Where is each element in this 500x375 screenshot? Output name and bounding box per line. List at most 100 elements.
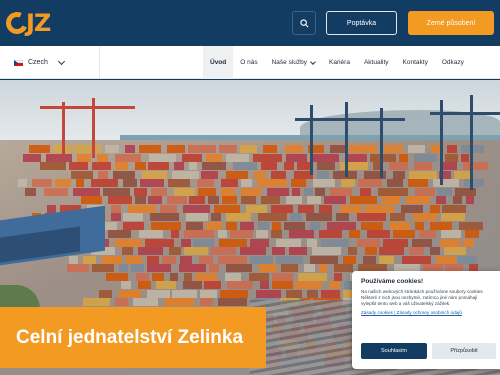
container-stack	[220, 289, 249, 298]
container-stack	[106, 272, 129, 281]
top-bar: JZ Poptávka Zemé působení	[0, 0, 500, 46]
container-stack	[429, 221, 453, 230]
container-stack	[288, 230, 315, 238]
container-stack	[304, 187, 313, 196]
container-stack	[137, 247, 164, 255]
nav-item-kontakty[interactable]: Kontakty	[396, 46, 435, 79]
container-stack	[47, 204, 56, 213]
container-stack	[73, 187, 101, 196]
container-stack	[123, 213, 144, 221]
container-stack	[439, 238, 461, 247]
container-stack	[204, 281, 222, 289]
container-stack	[260, 162, 277, 170]
container-stack	[193, 238, 214, 247]
container-stack	[329, 187, 353, 196]
cookie-accept-button[interactable]: Souhlasím	[361, 343, 427, 359]
container-stack	[226, 153, 250, 162]
container-stack	[194, 272, 218, 281]
container-stack	[271, 230, 282, 238]
container-stack	[147, 255, 159, 264]
container-stack	[462, 162, 489, 170]
container-stack	[356, 238, 380, 247]
container-stack	[285, 289, 302, 298]
container-stack	[220, 187, 236, 196]
language-selector[interactable]: Czech	[0, 46, 100, 79]
container-stack	[263, 145, 278, 153]
container-stack	[309, 153, 340, 162]
container-stack	[306, 238, 318, 247]
container-stack	[249, 238, 270, 247]
logo[interactable]: JZ	[2, 8, 51, 38]
container-stack	[259, 264, 278, 272]
container-stack	[407, 179, 429, 187]
container-stack	[430, 247, 441, 255]
container-stack	[414, 153, 438, 162]
container-stack	[226, 213, 252, 221]
container-stack	[378, 187, 409, 196]
chevron-down-icon	[57, 57, 65, 65]
container-stack	[118, 289, 141, 298]
container-stack	[307, 289, 318, 298]
container-stack	[198, 255, 213, 264]
container-stack	[102, 255, 123, 264]
container-stack	[105, 145, 120, 153]
nav-item-o-nas[interactable]: O nás	[233, 46, 264, 79]
container-stack	[147, 289, 170, 298]
crane	[470, 95, 473, 190]
container-stack	[102, 187, 131, 196]
nav-item-aktuality[interactable]: Aktuality	[357, 46, 396, 79]
container-stack	[125, 255, 142, 264]
container-stack	[73, 145, 101, 153]
inquiry-button[interactable]: Poptávka	[326, 11, 397, 35]
container-stack	[230, 230, 254, 238]
container-stack	[122, 179, 137, 187]
nav-item-kariera[interactable]: Kariéra	[322, 46, 357, 79]
container-stack	[341, 179, 356, 187]
nav-item-nase-sluzby[interactable]: Naše služby	[265, 46, 322, 79]
container-stack	[272, 272, 294, 281]
container-stack	[444, 247, 466, 255]
container-stack	[330, 145, 347, 153]
container-stack	[367, 230, 390, 238]
nav-item-odkazy[interactable]: Odkazy	[435, 46, 471, 79]
container-stack	[464, 179, 484, 187]
container-stack	[324, 196, 346, 204]
container-stack	[200, 298, 213, 306]
container-stack	[167, 196, 187, 204]
cookie-customize-button[interactable]: Přizpůsobit	[432, 343, 496, 359]
container-stack	[233, 162, 258, 170]
container-stack	[454, 187, 477, 196]
main-menu: Úvod O nás Naše služby Kariéra Aktuality…	[203, 46, 471, 79]
container-stack	[400, 204, 423, 213]
container-stack	[123, 221, 145, 230]
container-stack	[249, 255, 274, 264]
container-stack	[384, 145, 403, 153]
container-stack	[379, 255, 395, 264]
container-stack	[271, 204, 293, 213]
container-stack	[90, 179, 118, 187]
container-stack	[182, 204, 210, 213]
cookie-policy-links[interactable]: Zásady cookies | Zásady ochrany osobních…	[361, 310, 491, 315]
container-stack	[171, 170, 200, 179]
container-stack	[458, 255, 477, 264]
container-stack	[240, 179, 252, 187]
employment-button[interactable]: Zemé působení	[408, 11, 494, 35]
nav-item-uvod[interactable]: Úvod	[203, 46, 234, 79]
container-stack	[255, 289, 281, 298]
container-stack	[290, 213, 303, 221]
container-stack	[207, 196, 220, 204]
container-stack	[414, 187, 436, 196]
container-stack	[200, 289, 217, 298]
container-stack	[326, 221, 356, 230]
container-stack	[138, 230, 163, 238]
cookie-text: Na našich webových stránkách používáme s…	[361, 289, 484, 307]
container-stack	[356, 213, 386, 221]
container-stack	[168, 247, 181, 255]
container-stack	[225, 272, 242, 281]
container-stack	[346, 153, 368, 162]
search-button[interactable]	[292, 11, 316, 35]
container-stack	[164, 298, 195, 306]
container-stack	[110, 213, 121, 221]
container-stack	[441, 204, 467, 213]
czech-flag-icon	[14, 59, 23, 66]
